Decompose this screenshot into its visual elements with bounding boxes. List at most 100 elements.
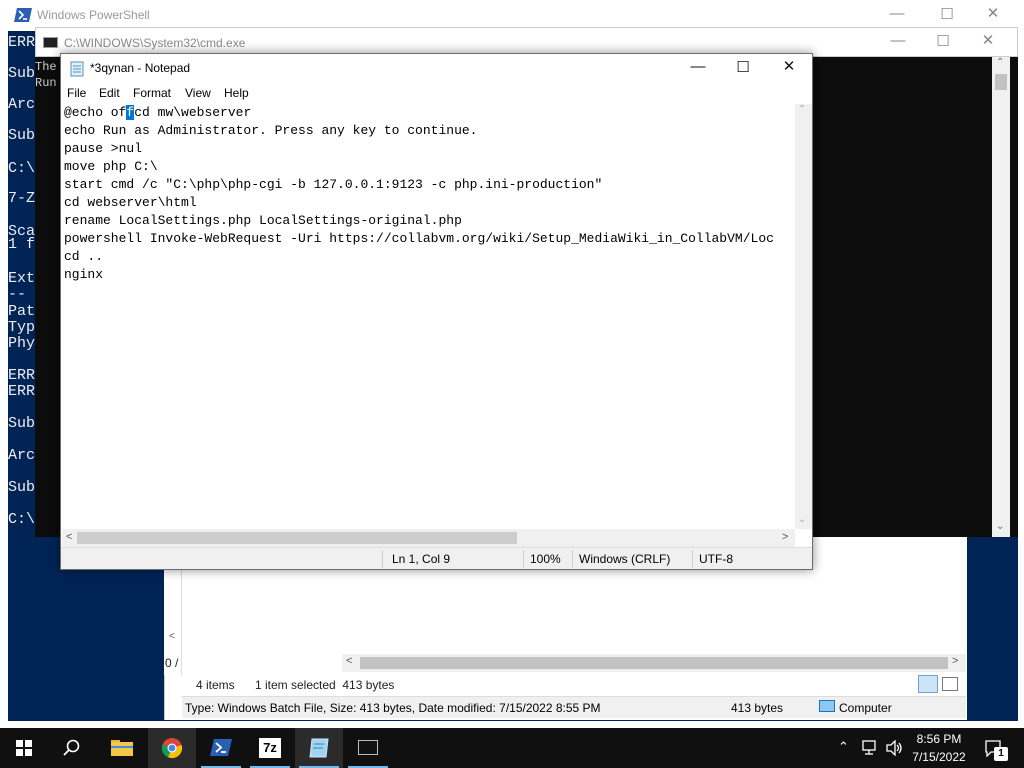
close-icon[interactable]: ✕ [779, 57, 799, 75]
cmd-taskbar-button[interactable] [344, 728, 392, 768]
console-line: Sub [8, 479, 36, 496]
cmd-icon [358, 740, 378, 755]
scroll-down-icon[interactable]: ⌄ [798, 514, 806, 525]
menu-help[interactable]: Help [224, 86, 249, 100]
notepad-window[interactable]: *3qynan - Notepad — ☐ ✕ File Edit Format… [60, 53, 813, 570]
menu-view[interactable]: View [185, 86, 211, 100]
text-line: powershell Invoke-WebRequest -Uri https:… [64, 231, 774, 246]
taskbar: 7z ⌃ 8:56 PM 7/15/2022 1 [0, 728, 1024, 768]
powershell-title: Windows PowerShell [37, 8, 150, 22]
clock-date[interactable]: 7/15/2022 [904, 750, 974, 764]
console-line: Pat [8, 303, 36, 320]
console-line: -- [8, 286, 27, 303]
text-line: cd webserver\html [64, 195, 197, 210]
close-icon[interactable]: ✕ [978, 31, 998, 49]
scroll-right-icon[interactable]: > [952, 655, 958, 667]
explorer-left-label: 0 / [165, 656, 179, 670]
nav-scroll-left-icon[interactable]: < [169, 631, 175, 642]
console-line: 1 f [8, 236, 36, 253]
cmd-icon [43, 37, 58, 48]
text-line: start cmd /c "C:\php\php-cgi -b 127.0.0.… [64, 177, 603, 192]
windows-logo-icon [16, 740, 32, 756]
chrome-button[interactable] [148, 728, 196, 768]
scroll-up-icon[interactable]: ⌃ [996, 57, 1004, 68]
console-line: Ext [8, 270, 36, 287]
console-line: ERR [8, 383, 36, 400]
scroll-left-icon[interactable]: < [346, 655, 352, 667]
status-separator [523, 550, 524, 568]
line-ending: Windows (CRLF) [579, 552, 671, 566]
details-location: Computer [839, 701, 892, 715]
maximize-icon[interactable]: ☐ [733, 58, 753, 76]
menu-edit[interactable]: Edit [99, 86, 120, 100]
status-separator [382, 550, 383, 568]
file-explorer-button[interactable] [98, 728, 146, 768]
encoding: UTF-8 [699, 552, 733, 566]
minimize-icon[interactable]: — [688, 58, 708, 75]
notepad-vertical-scrollbar[interactable]: ⌃ ⌄ [795, 104, 812, 529]
7zip-taskbar-button[interactable]: 7z [246, 728, 294, 768]
console-line: Phy [8, 335, 36, 352]
large-icons-view-icon[interactable] [942, 677, 958, 691]
scroll-left-icon[interactable]: < [66, 531, 72, 543]
console-line: Sub [8, 127, 36, 144]
console-line: Sub [8, 65, 36, 82]
maximize-icon[interactable]: ☐ [937, 5, 957, 23]
chrome-icon [161, 738, 183, 759]
search-button[interactable] [48, 728, 96, 768]
notepad-icon [309, 738, 329, 758]
powershell-icon [14, 8, 32, 22]
powershell-icon [210, 739, 232, 756]
console-line: Typ [8, 319, 36, 336]
notepad-text-area[interactable]: @echo offcd mw\webserver echo Run as Adm… [62, 104, 795, 529]
console-line: C:\ [8, 160, 36, 177]
console-line: ERR [8, 367, 36, 384]
explorer-statusbar: 4 items 1 item selected 413 bytes [182, 674, 966, 696]
cmd-line: The [35, 60, 57, 74]
notification-center-button[interactable]: 1 [978, 728, 1024, 768]
scroll-down-icon[interactable]: ⌄ [996, 521, 1004, 532]
text-before-cursor: @echo of [64, 105, 127, 120]
notepad-scroll-thumb[interactable] [77, 532, 517, 544]
start-button[interactable] [0, 728, 48, 768]
text-line: nginx [64, 267, 104, 282]
clock-time[interactable]: 8:56 PM [904, 732, 974, 746]
console-line: Sub [8, 415, 36, 432]
console-line: ERR [8, 34, 36, 51]
powershell-taskbar-button[interactable] [197, 728, 245, 768]
notepad-menubar: File Edit Format View Help [61, 83, 812, 104]
explorer-scroll-thumb[interactable] [360, 657, 948, 669]
text-line: cd .. [64, 249, 104, 264]
explorer-details-bar: Type: Windows Batch File, Size: 413 byte… [182, 696, 966, 718]
show-hidden-icons-icon[interactable]: ⌃ [838, 739, 849, 755]
text-line: move php C:\ [64, 159, 158, 174]
computer-icon [819, 700, 835, 712]
notepad-titlebar[interactable]: *3qynan - Notepad — ☐ ✕ [61, 54, 812, 83]
cmd-title: C:\WINDOWS\System32\cmd.exe [64, 36, 246, 50]
zoom-level: 100% [530, 552, 561, 566]
close-icon[interactable]: ✕ [983, 4, 1003, 22]
volume-icon[interactable] [886, 740, 904, 756]
text-line: echo Run as Administrator. Press any key… [64, 123, 478, 138]
items-count: 4 items [196, 678, 235, 692]
notepad-title: *3qynan - Notepad [90, 61, 191, 75]
details-view-icon[interactable] [918, 675, 938, 693]
minimize-icon[interactable]: — [888, 32, 908, 49]
details-size: 413 bytes [731, 701, 784, 715]
scroll-up-icon[interactable]: ⌃ [798, 104, 806, 115]
menu-file[interactable]: File [67, 86, 86, 100]
minimize-icon[interactable]: — [887, 5, 907, 22]
notepad-taskbar-button[interactable] [295, 728, 343, 768]
text-after-cursor: cd mw\webserver [134, 105, 252, 120]
maximize-icon[interactable]: ☐ [933, 32, 953, 50]
7zip-icon: 7z [259, 738, 281, 758]
notification-badge: 1 [994, 747, 1008, 761]
menu-format[interactable]: Format [133, 86, 171, 100]
scroll-right-icon[interactable]: > [782, 531, 788, 543]
search-icon [63, 739, 80, 756]
cmd-vertical-scrollbar[interactable]: ⌃ ⌄ [992, 57, 1010, 537]
scroll-thumb[interactable] [995, 74, 1007, 90]
file-details: Type: Windows Batch File, Size: 413 byte… [185, 701, 601, 715]
network-icon[interactable] [862, 740, 880, 756]
console-line: 7-Z [8, 190, 36, 207]
